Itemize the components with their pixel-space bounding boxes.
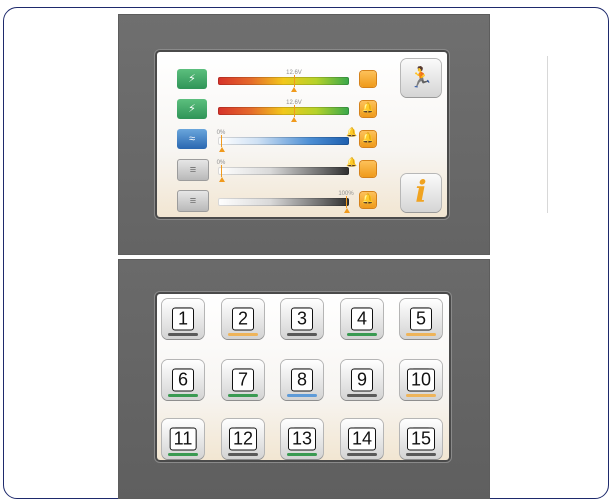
menu-button-12[interactable]: ▣12 — [222, 419, 264, 459]
menu-button-accent — [347, 333, 377, 336]
menu-button-10[interactable]: ▣10 — [400, 360, 442, 400]
menu-button-accent — [228, 333, 258, 336]
menu-button-accent — [406, 394, 436, 397]
exit-button[interactable]: 🏃 — [401, 59, 441, 97]
callout-number: 5 — [410, 307, 432, 331]
level-bar — [218, 198, 349, 206]
level-marker-line — [221, 135, 222, 147]
menu-button-accent — [168, 394, 198, 397]
menu-screen: ▣1 ▣2 ▣3 ▣4 ▣5 ▣6 ▣7 ▣8 ▣9 ▣10 ▣11 ▣12 ▣13 ▣14 ▣15 — [157, 294, 449, 460]
menu-button-15[interactable]: ▣15 — [400, 419, 442, 459]
menu-button-accent — [168, 333, 198, 336]
water-tank-icon: ≈ — [177, 129, 207, 149]
menu-button-accent — [228, 394, 258, 397]
menu-button-7[interactable]: ▣7 — [222, 360, 264, 400]
menu-button-6[interactable]: ▣6 — [162, 360, 204, 400]
level-marker[interactable] — [343, 208, 350, 213]
monitor-screen: ⚡ 12.6V ⚡ 12.6V 🔔 ≈0% 🔔 🔔 ≡ 0% 🔔 ≡ 100% 🔔 🏃 i — [157, 52, 548, 217]
callout-number: 8 — [291, 368, 313, 392]
info-button[interactable]: i — [401, 174, 441, 212]
callout-number: 15 — [406, 427, 436, 451]
callout-number: 9 — [351, 368, 373, 392]
menu-button-accent — [347, 394, 377, 397]
callout-number: 10 — [406, 368, 436, 392]
black-tank-icon-glyph: ≡ — [189, 194, 197, 207]
menu-button-accent — [406, 333, 436, 336]
level-marker[interactable] — [218, 177, 225, 182]
level-marker-line — [293, 75, 295, 87]
level-marker-line — [346, 196, 347, 208]
menu-button-5[interactable]: ▣5 — [400, 299, 442, 339]
level-marker[interactable] — [291, 87, 298, 92]
menu-button-accent — [287, 333, 317, 336]
level-bar — [218, 107, 349, 115]
menu-button-accent — [287, 394, 317, 397]
callout-number: 3 — [291, 307, 313, 331]
menu-button-13[interactable]: ▣13 — [281, 419, 323, 459]
level-marker-line — [221, 165, 222, 177]
menu-button-4[interactable]: ▣4 — [341, 299, 383, 339]
level-marker[interactable] — [291, 117, 298, 122]
menu-button-accent — [347, 453, 377, 456]
alarm-square-icon[interactable] — [360, 161, 376, 177]
menu-button-accent — [228, 453, 258, 456]
battery-icon-glyph: ⚡ — [188, 72, 196, 85]
menu-button-14[interactable]: ▣14 — [341, 419, 383, 459]
menu-button-1[interactable]: ▣1 — [162, 299, 204, 339]
bell-icon[interactable]: 🔔 — [360, 131, 376, 147]
menu-button-accent — [287, 453, 317, 456]
alarm-threshold-icon: 🔔 — [346, 127, 358, 137]
battery-icon: ⚡ — [177, 99, 207, 119]
water-tank-icon-glyph: ≈ — [188, 132, 196, 145]
menu-button-3[interactable]: ▣3 — [281, 299, 323, 339]
black-tank-icon: ≡ — [177, 190, 209, 212]
grey-tank-icon-glyph: ≡ — [189, 163, 197, 176]
menu-button-accent — [168, 453, 198, 456]
exit-door-icon: 🏃 — [408, 67, 434, 89]
menu-button-2[interactable]: ▣2 — [222, 299, 264, 339]
screen-divider — [547, 56, 548, 213]
alarm-threshold-icon: 🔔 — [346, 157, 358, 167]
callout-number: 11 — [169, 427, 197, 451]
alarm-square-icon[interactable] — [360, 71, 376, 87]
callout-number: 7 — [232, 368, 254, 392]
callout-number: 12 — [228, 427, 258, 451]
bell-icon[interactable]: 🔔 — [360, 192, 376, 208]
level-bar — [218, 137, 349, 145]
battery-icon-glyph: ⚡ — [188, 102, 196, 115]
level-marker-line — [293, 105, 295, 117]
menu-button-8[interactable]: ▣8 — [281, 360, 323, 400]
info-icon: i — [415, 175, 427, 210]
grey-tank-icon: ≡ — [177, 159, 209, 181]
menu-button-accent — [406, 453, 436, 456]
level-bar — [218, 167, 349, 175]
level-marker[interactable] — [218, 147, 225, 152]
callout-number: 14 — [347, 427, 377, 451]
menu-button-11[interactable]: ▣11 — [162, 419, 204, 459]
callout-number: 6 — [172, 368, 194, 392]
bell-icon[interactable]: 🔔 — [360, 101, 376, 117]
battery-icon: ⚡ — [177, 69, 207, 89]
callout-number: 13 — [287, 427, 317, 451]
callout-number: 2 — [232, 307, 254, 331]
callout-number: 1 — [172, 307, 194, 331]
level-bar — [218, 77, 349, 85]
callout-number: 4 — [351, 307, 373, 331]
menu-button-9[interactable]: ▣9 — [341, 360, 383, 400]
